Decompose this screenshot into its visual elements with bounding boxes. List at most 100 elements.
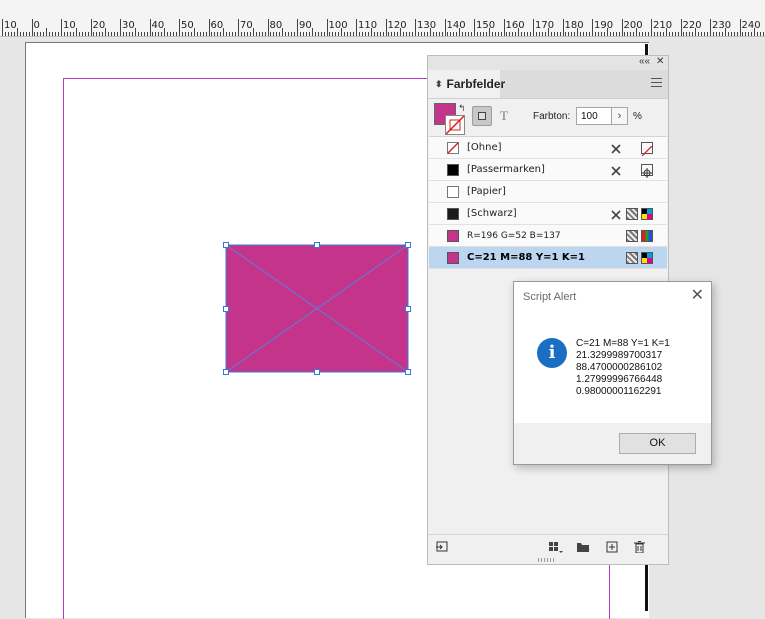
place-swatch-icon[interactable]	[436, 540, 449, 552]
ruler-minor-tick	[742, 32, 744, 36]
swatch-chip	[447, 252, 459, 264]
ruler-minor-tick	[25, 32, 27, 36]
message-line: 1.27999996766448	[576, 374, 663, 385]
tab-expand-icon[interactable]: ⬍	[435, 79, 443, 90]
resize-handle-top[interactable]	[314, 242, 320, 248]
ruler-label: 160	[505, 20, 525, 31]
fill-stroke-widget[interactable]: ↰	[434, 103, 466, 135]
ruler-label: 240	[741, 20, 761, 31]
ruler-minor-tick	[686, 32, 688, 36]
new-color-group-icon[interactable]	[576, 540, 589, 552]
panel-title-bar[interactable]: «« ✕	[428, 56, 668, 70]
ruler-minor-tick	[476, 32, 478, 36]
ruler-major-tick	[267, 19, 269, 36]
resize-handle-top-left[interactable]	[223, 242, 229, 248]
ruler-minor-tick	[659, 32, 661, 36]
ruler-minor-tick	[406, 32, 408, 36]
ruler-minor-tick	[288, 32, 290, 36]
ruler-minor-tick	[202, 32, 204, 36]
swatch-row-cmyk-selected[interactable]: C=21 M=88 Y=1 K=1	[429, 247, 667, 269]
formatting-container-button[interactable]	[472, 106, 492, 126]
delete-swatch-icon[interactable]	[633, 540, 646, 554]
swatch-row-ohne[interactable]: [Ohne]	[429, 137, 667, 159]
ruler-minor-tick	[264, 32, 266, 36]
new-swatch-icon[interactable]	[606, 540, 619, 553]
ruler-minor-tick	[512, 32, 514, 36]
dialog-footer: OK	[514, 423, 711, 464]
ruler-minor-tick	[99, 32, 101, 36]
horizontal-ruler[interactable]: 10 0 10 20 30 40 50 60 70 80 90 100 110 120 130 140 150 1…	[0, 0, 765, 37]
ruler-minor-tick	[311, 28, 313, 36]
ruler-minor-tick	[624, 32, 626, 36]
ruler-minor-tick	[618, 32, 620, 36]
message-line: 0.98000001162291	[576, 386, 662, 397]
ruler-minor-tick	[633, 32, 635, 36]
ruler-major-tick	[739, 19, 741, 36]
swatch-row-papier[interactable]: [Papier]	[429, 181, 667, 203]
resize-handle-right[interactable]	[405, 306, 411, 312]
formatting-text-icon[interactable]: T	[500, 108, 508, 124]
resize-handle-bottom-left[interactable]	[223, 369, 229, 375]
ruler-minor-tick	[184, 32, 186, 36]
dialog-close-icon[interactable]: ✕	[691, 288, 704, 304]
swatch-views-icon[interactable]	[548, 540, 563, 553]
collapse-panel-icon[interactable]: ««	[639, 56, 650, 67]
resize-handle-bottom-right[interactable]	[405, 369, 411, 375]
ruler-minor-tick	[630, 32, 632, 36]
none-color-mode-icon	[641, 142, 653, 157]
ruler-minor-tick	[724, 28, 726, 36]
ruler-minor-tick	[52, 32, 54, 36]
ruler-minor-tick	[432, 32, 434, 36]
ruler-major-tick	[90, 19, 92, 36]
ruler-minor-tick	[7, 32, 9, 36]
ruler-minor-tick	[453, 32, 455, 36]
tab-farbfelder[interactable]: ⬍ Farbfelder	[428, 70, 505, 98]
tint-slider-arrow-icon[interactable]: ›	[612, 107, 628, 125]
ruler-minor-tick	[400, 28, 402, 36]
graphic-frame[interactable]	[223, 242, 411, 375]
swap-fill-stroke-icon[interactable]: ↰	[458, 103, 466, 114]
resize-handle-top-right[interactable]	[405, 242, 411, 248]
panel-menu-icon[interactable]	[651, 78, 662, 90]
resize-handle-bottom[interactable]	[314, 369, 320, 375]
ruler-label: 120	[387, 20, 407, 31]
ruler-minor-tick	[13, 32, 15, 36]
ruler-minor-tick	[683, 32, 685, 36]
cmyk-mode-icon	[641, 208, 653, 220]
ruler-minor-tick	[695, 28, 697, 36]
ruler-minor-tick	[648, 32, 650, 36]
ruler-minor-tick	[223, 28, 225, 36]
swatch-row-rgb[interactable]: R=196 G=52 B=137	[429, 225, 667, 247]
ruler-major-tick	[680, 19, 682, 36]
ruler-minor-tick	[420, 32, 422, 36]
ruler-minor-tick	[58, 32, 60, 36]
ruler-minor-tick	[438, 32, 440, 36]
swatch-chip	[447, 230, 459, 242]
stroke-swatch[interactable]	[445, 115, 465, 135]
ok-button[interactable]: OK	[619, 433, 696, 454]
resize-handle-left[interactable]	[223, 306, 229, 312]
swatch-row-schwarz[interactable]: [Schwarz]	[429, 203, 667, 225]
ruler-minor-tick	[379, 32, 381, 36]
ruler-minor-tick	[763, 32, 765, 36]
ruler-minor-tick	[344, 32, 346, 36]
registration-mode-icon	[641, 164, 653, 178]
ruler-minor-tick	[105, 28, 107, 36]
tint-input[interactable]: 100	[576, 107, 612, 125]
ruler-minor-tick	[471, 32, 473, 36]
swatch-row-passermarken[interactable]: [Passermarken]	[429, 159, 667, 181]
ruler-minor-tick	[429, 28, 431, 36]
ruler-label: 10	[4, 20, 17, 31]
ruler-major-tick	[592, 19, 593, 36]
ruler-minor-tick	[606, 28, 608, 36]
ruler-minor-tick	[276, 32, 278, 36]
close-panel-icon[interactable]: ✕	[656, 56, 664, 67]
ruler-minor-tick	[220, 32, 222, 36]
swatch-list: [Ohne] [Passermarken] [Papier] [Schwarz]…	[429, 136, 667, 269]
ruler-minor-tick	[653, 32, 655, 36]
ruler-label: 200	[623, 20, 643, 31]
ruler-minor-tick	[332, 32, 334, 36]
ruler-minor-tick	[553, 32, 555, 36]
ruler-minor-tick	[754, 28, 756, 36]
panel-resize-grip[interactable]	[538, 558, 558, 562]
